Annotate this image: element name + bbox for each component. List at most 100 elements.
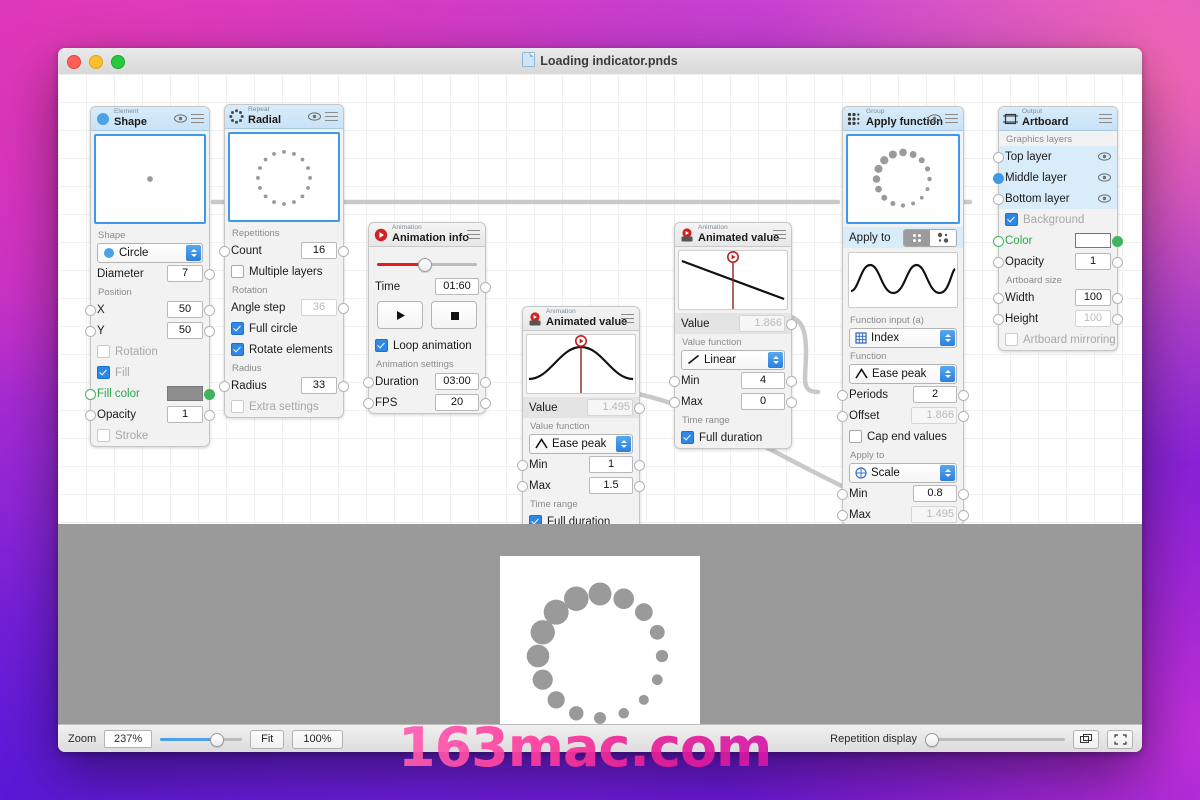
duplicate-window-button[interactable] — [1073, 730, 1099, 749]
stop-button[interactable] — [431, 301, 477, 329]
time-output-port[interactable] — [480, 282, 491, 293]
visibility-eye-icon[interactable] — [1098, 152, 1111, 161]
color-swatch[interactable] — [1075, 233, 1111, 248]
count-row[interactable]: Count 16 — [225, 240, 343, 261]
middle-layer-row[interactable]: Middle layer — [999, 167, 1117, 188]
node-menu-icon[interactable] — [467, 230, 480, 239]
linear-value-function-row[interactable]: Linear — [675, 349, 791, 370]
af-max-field[interactable]: 1.495 — [911, 506, 957, 523]
fps-input-port[interactable] — [363, 398, 374, 409]
stroke-row[interactable]: Stroke — [91, 425, 209, 446]
artboard-mirroring-row[interactable]: Artboard mirroring — [999, 329, 1117, 350]
ease-max-output-port[interactable] — [634, 481, 645, 492]
ease-value-field[interactable]: 1.495 — [587, 399, 633, 416]
linear-min-row[interactable]: Min 4 — [675, 370, 791, 391]
stepper-arrows-icon[interactable] — [940, 465, 955, 481]
opacity-output-port[interactable] — [204, 410, 215, 421]
bottom-layer-port[interactable] — [993, 194, 1004, 205]
af-max-input-port[interactable] — [837, 510, 848, 521]
offset-input-port[interactable] — [837, 411, 848, 422]
width-output-port[interactable] — [1112, 293, 1123, 304]
node-animated-value-linear-header[interactable]: Animation Animated value — [675, 223, 791, 247]
node-artboard-header[interactable]: Output Artboard — [999, 107, 1117, 131]
bottom-layer-row[interactable]: Bottom layer — [999, 188, 1117, 209]
rotation-row[interactable]: Rotation — [91, 341, 209, 362]
angle-step-port[interactable] — [338, 303, 349, 314]
opacity-row[interactable]: Opacity 1 — [91, 404, 209, 425]
linear-value-function-popup[interactable]: Linear — [681, 350, 785, 370]
middle-layer-port[interactable] — [993, 173, 1004, 184]
extra-settings-checkbox[interactable] — [231, 400, 244, 413]
segment-varied[interactable] — [930, 230, 956, 246]
linear-value-field[interactable]: 1.866 — [739, 315, 785, 332]
fill-row[interactable]: Fill — [91, 362, 209, 383]
stepper-arrows-icon[interactable] — [940, 366, 955, 382]
diameter-row[interactable]: Diameter 7 — [91, 263, 209, 284]
loop-animation-row[interactable]: Loop animation — [369, 335, 485, 356]
x-input-port[interactable] — [85, 305, 96, 316]
count-input-port[interactable] — [219, 246, 230, 257]
loop-animation-checkbox[interactable] — [375, 339, 388, 352]
fill-checkbox[interactable] — [97, 366, 110, 379]
fps-row[interactable]: FPS 20 — [369, 392, 485, 413]
width-row[interactable]: Width 100 — [999, 287, 1117, 308]
node-animated-value-ease[interactable]: Animation Animated value Value 1.495 — [522, 306, 640, 524]
repetition-display-slider[interactable] — [925, 731, 1065, 747]
extra-settings-row[interactable]: Extra settings — [225, 396, 343, 417]
angle-step-field[interactable]: 36 — [301, 299, 337, 316]
y-row[interactable]: Y 50 — [91, 320, 209, 341]
node-animated-value-ease-header[interactable]: Animation Animated value — [523, 307, 639, 331]
stepper-arrows-icon[interactable] — [616, 436, 631, 452]
node-radial-header[interactable]: Repeat Radial — [225, 105, 343, 129]
offset-row[interactable]: Offset 1.866 — [843, 405, 963, 426]
y-input-port[interactable] — [85, 326, 96, 337]
diameter-field[interactable]: 7 — [167, 265, 203, 282]
node-shape-header[interactable]: Element Shape — [91, 107, 209, 131]
opacity-input-port[interactable] — [85, 410, 96, 421]
fill-color-output-port[interactable] — [204, 389, 215, 400]
fill-color-swatch[interactable] — [167, 386, 203, 401]
top-layer-port[interactable] — [993, 152, 1004, 163]
node-animation-info-header[interactable]: Animation Animation info — [369, 223, 485, 247]
stepper-arrows-icon[interactable] — [940, 330, 955, 346]
ease-min-row[interactable]: Min 1 — [523, 454, 639, 475]
linear-full-duration-checkbox[interactable] — [681, 431, 694, 444]
linear-min-output-port[interactable] — [786, 376, 797, 387]
radius-input-port[interactable] — [219, 381, 230, 392]
ease-full-duration-checkbox[interactable] — [529, 515, 542, 524]
linear-value-row[interactable]: Value 1.866 — [675, 313, 791, 334]
node-menu-icon[interactable] — [191, 114, 204, 123]
height-row[interactable]: Height 100 — [999, 308, 1117, 329]
top-layer-row[interactable]: Top layer — [999, 146, 1117, 167]
color-output-port[interactable] — [1112, 236, 1123, 247]
time-row[interactable]: Time 01:60 — [369, 276, 485, 297]
play-button[interactable] — [377, 301, 423, 329]
periods-row[interactable]: Periods 2 — [843, 384, 963, 405]
apply-to-segmented-control[interactable] — [903, 229, 957, 247]
visibility-eye-icon[interactable] — [174, 114, 187, 123]
visibility-eye-icon[interactable] — [1098, 173, 1111, 182]
count-output-port[interactable] — [338, 246, 349, 257]
fps-field[interactable]: 20 — [435, 394, 479, 411]
duration-row[interactable]: Duration 03:00 — [369, 371, 485, 392]
visibility-eye-icon[interactable] — [308, 112, 321, 121]
offset-field[interactable]: 1.866 — [911, 407, 957, 424]
zoom-field[interactable]: 237% — [104, 730, 152, 748]
visibility-eye-icon[interactable] — [928, 114, 941, 123]
af-min-row[interactable]: Min 0.8 — [843, 483, 963, 504]
af-min-output-port[interactable] — [958, 489, 969, 500]
stroke-checkbox[interactable] — [97, 429, 110, 442]
zoom-100-button[interactable]: 100% — [292, 730, 342, 749]
multiple-layers-row[interactable]: Multiple layers — [225, 261, 343, 282]
offset-output-port[interactable] — [958, 411, 969, 422]
node-menu-icon[interactable] — [621, 314, 634, 323]
diameter-port[interactable] — [204, 269, 215, 280]
zoom-slider[interactable] — [160, 731, 242, 747]
linear-max-output-port[interactable] — [786, 397, 797, 408]
stepper-arrows-icon[interactable] — [768, 352, 783, 368]
rotation-checkbox[interactable] — [97, 345, 110, 358]
ease-value-output-port[interactable] — [634, 403, 645, 414]
background-row[interactable]: Background — [999, 209, 1117, 230]
x-field[interactable]: 50 — [167, 301, 203, 318]
time-field[interactable]: 01:60 — [435, 278, 479, 295]
